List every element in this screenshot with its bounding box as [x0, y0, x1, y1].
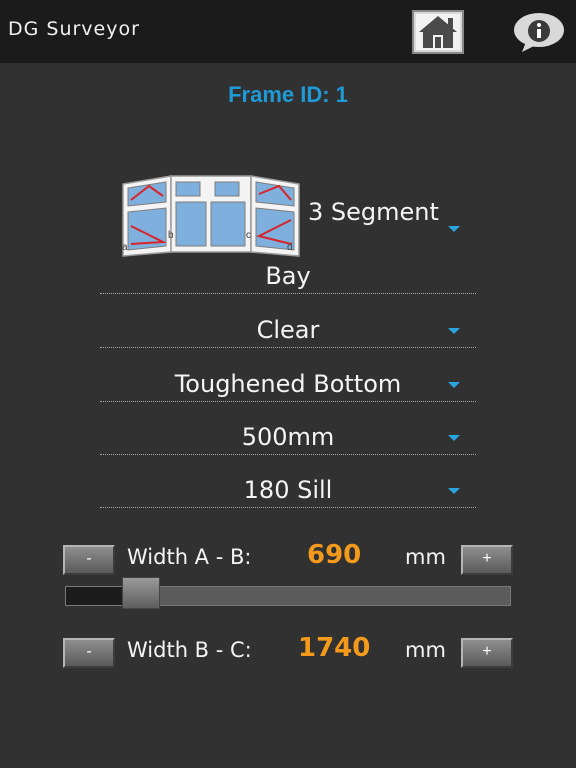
sill-dropdown[interactable]: 180 Sill — [100, 474, 476, 508]
width-ab-increase-button[interactable]: + — [461, 545, 513, 575]
slider-thumb[interactable] — [122, 577, 161, 609]
width-bc-label: Width B - C: — [127, 638, 252, 662]
projection-dropdown[interactable]: 500mm — [100, 421, 476, 455]
width-ab-unit: mm — [405, 545, 446, 569]
glass-safety-dropdown[interactable]: Toughened Bottom — [100, 368, 476, 402]
width-ab-value: 690 — [307, 540, 362, 570]
width-ab-label: Width A - B: — [127, 545, 252, 569]
frame-id-heading: Frame ID: 1 — [228, 82, 348, 107]
width-bc-decrease-button[interactable]: - — [63, 638, 115, 668]
bay-window-picker[interactable]: a b c d — [119, 170, 301, 258]
corner-label-a: a — [122, 242, 128, 253]
app-bar: DG Surveyor — [0, 0, 576, 63]
corner-label-b: b — [168, 230, 174, 241]
dropdown-arrow-icon — [448, 382, 460, 388]
dropdown-arrow-icon — [448, 328, 460, 334]
glass-type-dropdown[interactable]: Clear — [100, 314, 476, 348]
sill-value: 180 Sill — [243, 476, 333, 504]
bay-window-image: a b c d — [122, 175, 300, 257]
width-ab-decrease-button[interactable]: - — [63, 545, 115, 575]
corner-label-c: c — [246, 230, 251, 241]
segment-count-selector[interactable]: 3 Segment — [308, 198, 439, 226]
home-icon — [412, 10, 464, 54]
width-bc-value: 1740 — [298, 633, 371, 663]
dropdown-arrow-icon — [448, 488, 460, 494]
window-style-field: Bay — [100, 262, 476, 294]
window-style-value: Bay — [265, 262, 311, 290]
app-title: DG Surveyor — [8, 18, 140, 40]
slider-fill — [66, 587, 124, 605]
info-icon — [514, 13, 564, 52]
glass-type-value: Clear — [256, 316, 320, 344]
corner-label-d: d — [287, 242, 293, 253]
info-button[interactable] — [512, 10, 566, 54]
home-button[interactable] — [412, 10, 464, 54]
width-bc-unit: mm — [405, 638, 446, 662]
dropdown-arrow-icon — [448, 435, 460, 441]
glass-safety-value: Toughened Bottom — [174, 370, 402, 398]
width-bc-increase-button[interactable]: + — [461, 638, 513, 668]
dropdown-arrow-icon[interactable] — [448, 226, 460, 232]
projection-value: 500mm — [241, 423, 335, 451]
